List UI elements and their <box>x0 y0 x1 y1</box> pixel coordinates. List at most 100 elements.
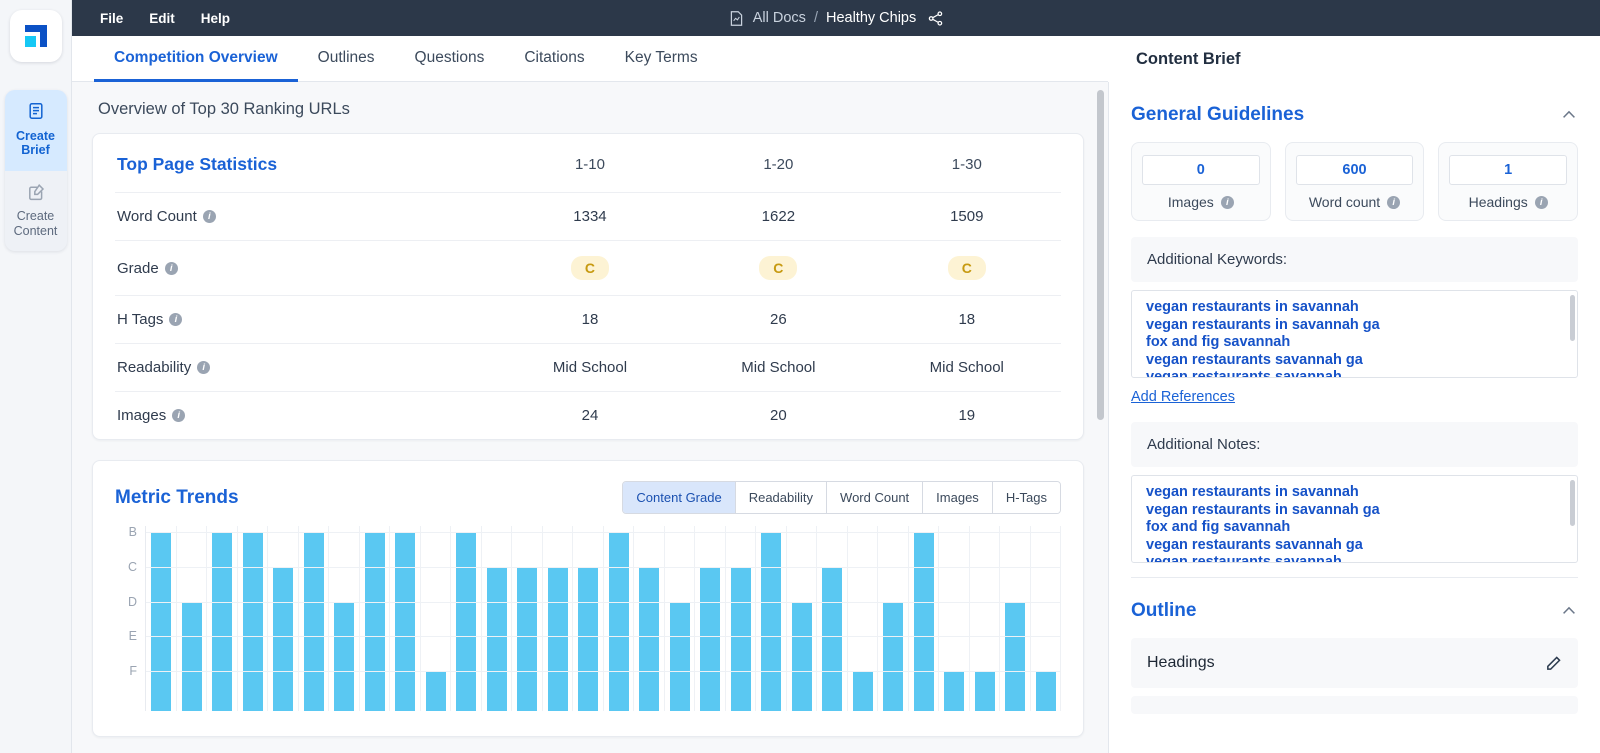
chart-bar-cell <box>329 526 360 711</box>
chart-bar-cell <box>817 526 848 711</box>
info-icon[interactable]: i <box>1220 195 1234 209</box>
chart-bar[interactable] <box>944 671 965 711</box>
content-brief-title: Content Brief <box>1108 36 1600 82</box>
stat-card-word-count: Word count i <box>1284 142 1425 221</box>
chart-bar[interactable] <box>212 532 233 711</box>
chart-bar[interactable] <box>303 532 324 711</box>
chart-y-tick-b: B <box>128 525 137 539</box>
images-input[interactable] <box>1142 155 1260 185</box>
chart-bar-cell <box>482 526 513 711</box>
chart-bar[interactable] <box>547 566 568 711</box>
cell-word-count-1-30: 1509 <box>872 192 1061 241</box>
word-count-input[interactable] <box>1295 155 1414 185</box>
cell-h-tags-1-30: 18 <box>872 295 1061 344</box>
share-icon[interactable] <box>927 10 944 27</box>
chart-bar[interactable] <box>456 532 477 711</box>
metric-toggle-images[interactable]: Images <box>923 482 993 513</box>
metric-toggle-readability[interactable]: Readability <box>735 482 828 513</box>
tab-questions[interactable]: Questions <box>395 36 505 82</box>
info-icon[interactable]: i <box>197 361 211 374</box>
chart-bar[interactable] <box>1035 671 1056 711</box>
chart-bar[interactable] <box>395 532 416 711</box>
metric-toggle-content-grade[interactable]: Content Grade <box>623 482 736 513</box>
tab-competition-overview[interactable]: Competition Overview <box>94 36 298 82</box>
chart-bar-cell <box>1000 526 1031 711</box>
chart-bar[interactable] <box>974 671 995 711</box>
tab-citations[interactable]: Citations <box>504 36 604 82</box>
chart-bar[interactable] <box>761 532 782 711</box>
menu-help[interactable]: Help <box>201 11 230 26</box>
note-item: vegan restaurants in savannah ga <box>1146 501 1380 518</box>
sidebar-item-create-content-line1: Create <box>16 209 55 223</box>
chart-bar[interactable] <box>669 601 690 711</box>
chart-bar-cell <box>726 526 757 711</box>
chart-bar[interactable] <box>608 532 629 711</box>
chevron-up-icon[interactable] <box>1560 106 1578 124</box>
row-label-h-tags: H Tags <box>117 311 164 328</box>
chart-bar[interactable] <box>517 566 538 711</box>
chart-bar[interactable] <box>578 566 599 711</box>
status-badge-grade-1-30: C <box>947 256 986 280</box>
metric-trends-chart: B C D E F <box>115 525 1061 736</box>
tab-bar: Competition Overview Outlines Questions … <box>72 36 1600 82</box>
chart-bar[interactable] <box>181 601 202 711</box>
table-header-row: Top Page Statistics 1-10 1-20 1-30 <box>115 134 1061 193</box>
chart-bar[interactable] <box>151 532 172 711</box>
outline-row-headings[interactable]: Headings <box>1131 638 1578 688</box>
chart-bar[interactable] <box>364 532 385 711</box>
notes-scrollbar[interactable] <box>1570 480 1575 526</box>
chart-bar[interactable] <box>1005 601 1026 711</box>
tab-key-terms[interactable]: Key Terms <box>605 36 718 82</box>
headings-input[interactable] <box>1449 155 1568 185</box>
info-icon[interactable]: i <box>172 409 186 422</box>
info-icon[interactable]: i <box>169 313 183 326</box>
chart-bar[interactable] <box>242 532 263 711</box>
chart-bar-cell <box>543 526 574 711</box>
tab-outlines[interactable]: Outlines <box>298 36 395 82</box>
chart-bar[interactable] <box>425 671 446 711</box>
chart-bar[interactable] <box>791 601 812 711</box>
chart-bar[interactable] <box>852 671 873 711</box>
metric-toggle-word-count[interactable]: Word Count <box>827 482 924 513</box>
sidebar-item-create-brief[interactable]: Create Brief <box>4 90 67 171</box>
breadcrumb: All Docs / Healthy Chips <box>72 0 1600 36</box>
chevron-up-icon[interactable] <box>1560 602 1578 620</box>
pencil-icon[interactable] <box>1545 655 1562 672</box>
info-icon[interactable]: i <box>1387 195 1401 209</box>
chart-bar[interactable] <box>334 601 355 711</box>
chart-bar[interactable] <box>273 566 294 711</box>
chart-bar[interactable] <box>486 566 507 711</box>
chart-bar-cell <box>939 526 970 711</box>
center-scroll-region[interactable]: Overview of Top 30 Ranking URLs Top Page… <box>72 82 1108 753</box>
general-guidelines-header[interactable]: General Guidelines <box>1131 82 1578 142</box>
chart-bar[interactable] <box>883 601 904 711</box>
chart-bar-cell <box>390 526 421 711</box>
app-logo[interactable] <box>9 10 62 62</box>
info-icon[interactable]: i <box>164 261 178 275</box>
info-icon[interactable]: i <box>202 210 216 223</box>
outline-header[interactable]: Outline <box>1131 578 1578 638</box>
additional-notes-box[interactable]: vegan restaurants in savannah vegan rest… <box>1131 475 1578 563</box>
sidebar-item-create-content-line2: Content <box>13 223 58 238</box>
sidebar-item-create-content[interactable]: Create Content <box>5 171 67 252</box>
chart-bar[interactable] <box>913 532 934 711</box>
info-icon[interactable]: i <box>1534 195 1548 209</box>
chart-bar-cell <box>756 526 787 711</box>
table-row: Word Count i 1334 1622 1509 <box>115 192 1061 241</box>
cell-h-tags-1-10: 18 <box>495 295 685 344</box>
additional-keywords-box[interactable]: vegan restaurants in savannah vegan rest… <box>1131 290 1578 378</box>
keywords-scrollbar[interactable] <box>1570 295 1575 341</box>
menu-file[interactable]: File <box>100 11 123 26</box>
metric-toggle-h-tags[interactable]: H-Tags <box>992 482 1060 513</box>
add-references-link[interactable]: Add References <box>1131 389 1235 405</box>
cell-images-1-10: 24 <box>581 407 599 424</box>
chart-bar[interactable] <box>822 566 843 711</box>
outline-row-partial[interactable] <box>1131 696 1578 714</box>
breadcrumb-current-doc[interactable]: Healthy Chips <box>826 10 916 26</box>
chart-bar[interactable] <box>700 566 721 711</box>
chart-bar[interactable] <box>639 566 660 711</box>
chart-bar[interactable] <box>730 566 751 711</box>
menu-edit[interactable]: Edit <box>149 11 175 26</box>
center-scrollbar[interactable] <box>1097 90 1104 420</box>
breadcrumb-all-docs[interactable]: All Docs <box>753 10 806 26</box>
